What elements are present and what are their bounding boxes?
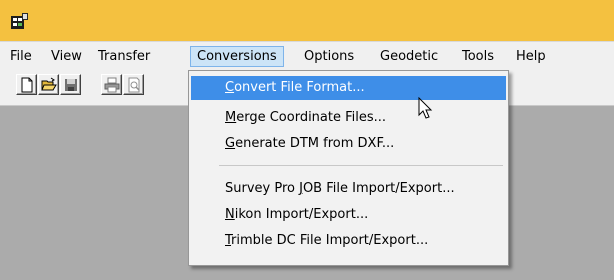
print-preview-button[interactable] bbox=[123, 74, 144, 95]
menu-help[interactable]: Help bbox=[510, 47, 552, 66]
menu-item-trimble-dc-import-export[interactable]: Trimble DC File Import/Export... bbox=[191, 229, 506, 253]
conversions-dropdown-menu: Convert File Format... Merge Coordinate … bbox=[188, 70, 509, 266]
spreadsheet-app-icon bbox=[11, 13, 28, 29]
menu-transfer[interactable]: Transfer bbox=[92, 47, 156, 66]
menu-options[interactable]: Options bbox=[298, 47, 360, 66]
save-disk-icon bbox=[65, 79, 77, 91]
menu-conversions[interactable]: Conversions bbox=[190, 46, 284, 67]
menu-item-convert-file-format[interactable]: Convert File Format... bbox=[191, 76, 506, 100]
menu-item-nikon-import-export[interactable]: Nikon Import/Export... bbox=[191, 203, 506, 227]
print-preview-icon bbox=[128, 77, 140, 93]
save-button[interactable] bbox=[60, 74, 81, 95]
print-button[interactable] bbox=[101, 74, 122, 95]
menu-bar: File View Transfer Conversions Options G… bbox=[0, 41, 614, 70]
print-icon bbox=[104, 77, 120, 93]
menu-tools[interactable]: Tools bbox=[456, 47, 500, 66]
title-bar bbox=[0, 0, 614, 41]
menu-item-merge-coordinate-files[interactable]: Merge Coordinate Files... bbox=[191, 106, 506, 130]
menu-item-generate-dtm-from-dxf[interactable]: Generate DTM from DXF... bbox=[191, 132, 506, 156]
menu-item-survey-pro-job-import-export[interactable]: Survey Pro JOB File Import/Export... bbox=[191, 177, 506, 201]
mouse-pointer-icon bbox=[418, 97, 433, 119]
menu-file[interactable]: File bbox=[4, 47, 38, 66]
open-folder-icon bbox=[41, 77, 57, 91]
open-button[interactable] bbox=[38, 74, 59, 95]
menu-separator bbox=[219, 165, 503, 166]
menu-view[interactable]: View bbox=[45, 47, 88, 66]
menu-geodetic[interactable]: Geodetic bbox=[374, 47, 444, 66]
new-button[interactable] bbox=[16, 74, 37, 95]
new-document-icon bbox=[21, 77, 33, 93]
